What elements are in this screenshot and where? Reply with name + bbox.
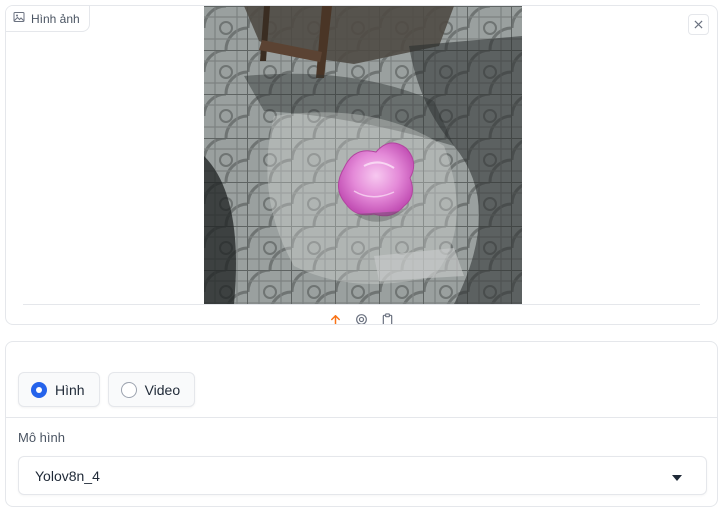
image-label-text: Hình ảnh	[31, 11, 80, 26]
model-dropdown[interactable]: Yolov8n_4	[18, 456, 707, 495]
image-input-panel: Hình ảnh	[5, 5, 718, 325]
section-divider	[6, 417, 717, 418]
model-label: Mô hình	[18, 430, 65, 445]
radio-unchecked-icon[interactable]	[120, 381, 137, 398]
uploaded-image	[204, 6, 522, 304]
radio-checked-icon[interactable]	[31, 381, 47, 398]
image-icon	[13, 11, 25, 26]
close-icon	[694, 16, 703, 34]
image-label-chip: Hình ảnh	[6, 6, 90, 32]
image-source-toolbar	[6, 311, 717, 324]
clipboard-icon[interactable]	[380, 311, 396, 324]
caret-down-icon	[672, 468, 682, 484]
input-type-radio-group: Hình Video	[18, 372, 196, 407]
radio-label: Hình	[55, 381, 85, 398]
radio-label: Video	[144, 381, 181, 398]
model-selected-value: Yolov8n_4	[35, 467, 100, 484]
upload-icon[interactable]	[328, 311, 344, 324]
image-divider	[23, 304, 700, 305]
radio-option-image[interactable]: Hình	[18, 372, 100, 407]
radio-option-video[interactable]: Video	[107, 372, 196, 407]
clear-image-button[interactable]	[688, 14, 709, 35]
controls-panel: Hình Video Mô hình Yolov8n_4	[5, 341, 718, 507]
webcam-icon[interactable]	[354, 311, 370, 324]
